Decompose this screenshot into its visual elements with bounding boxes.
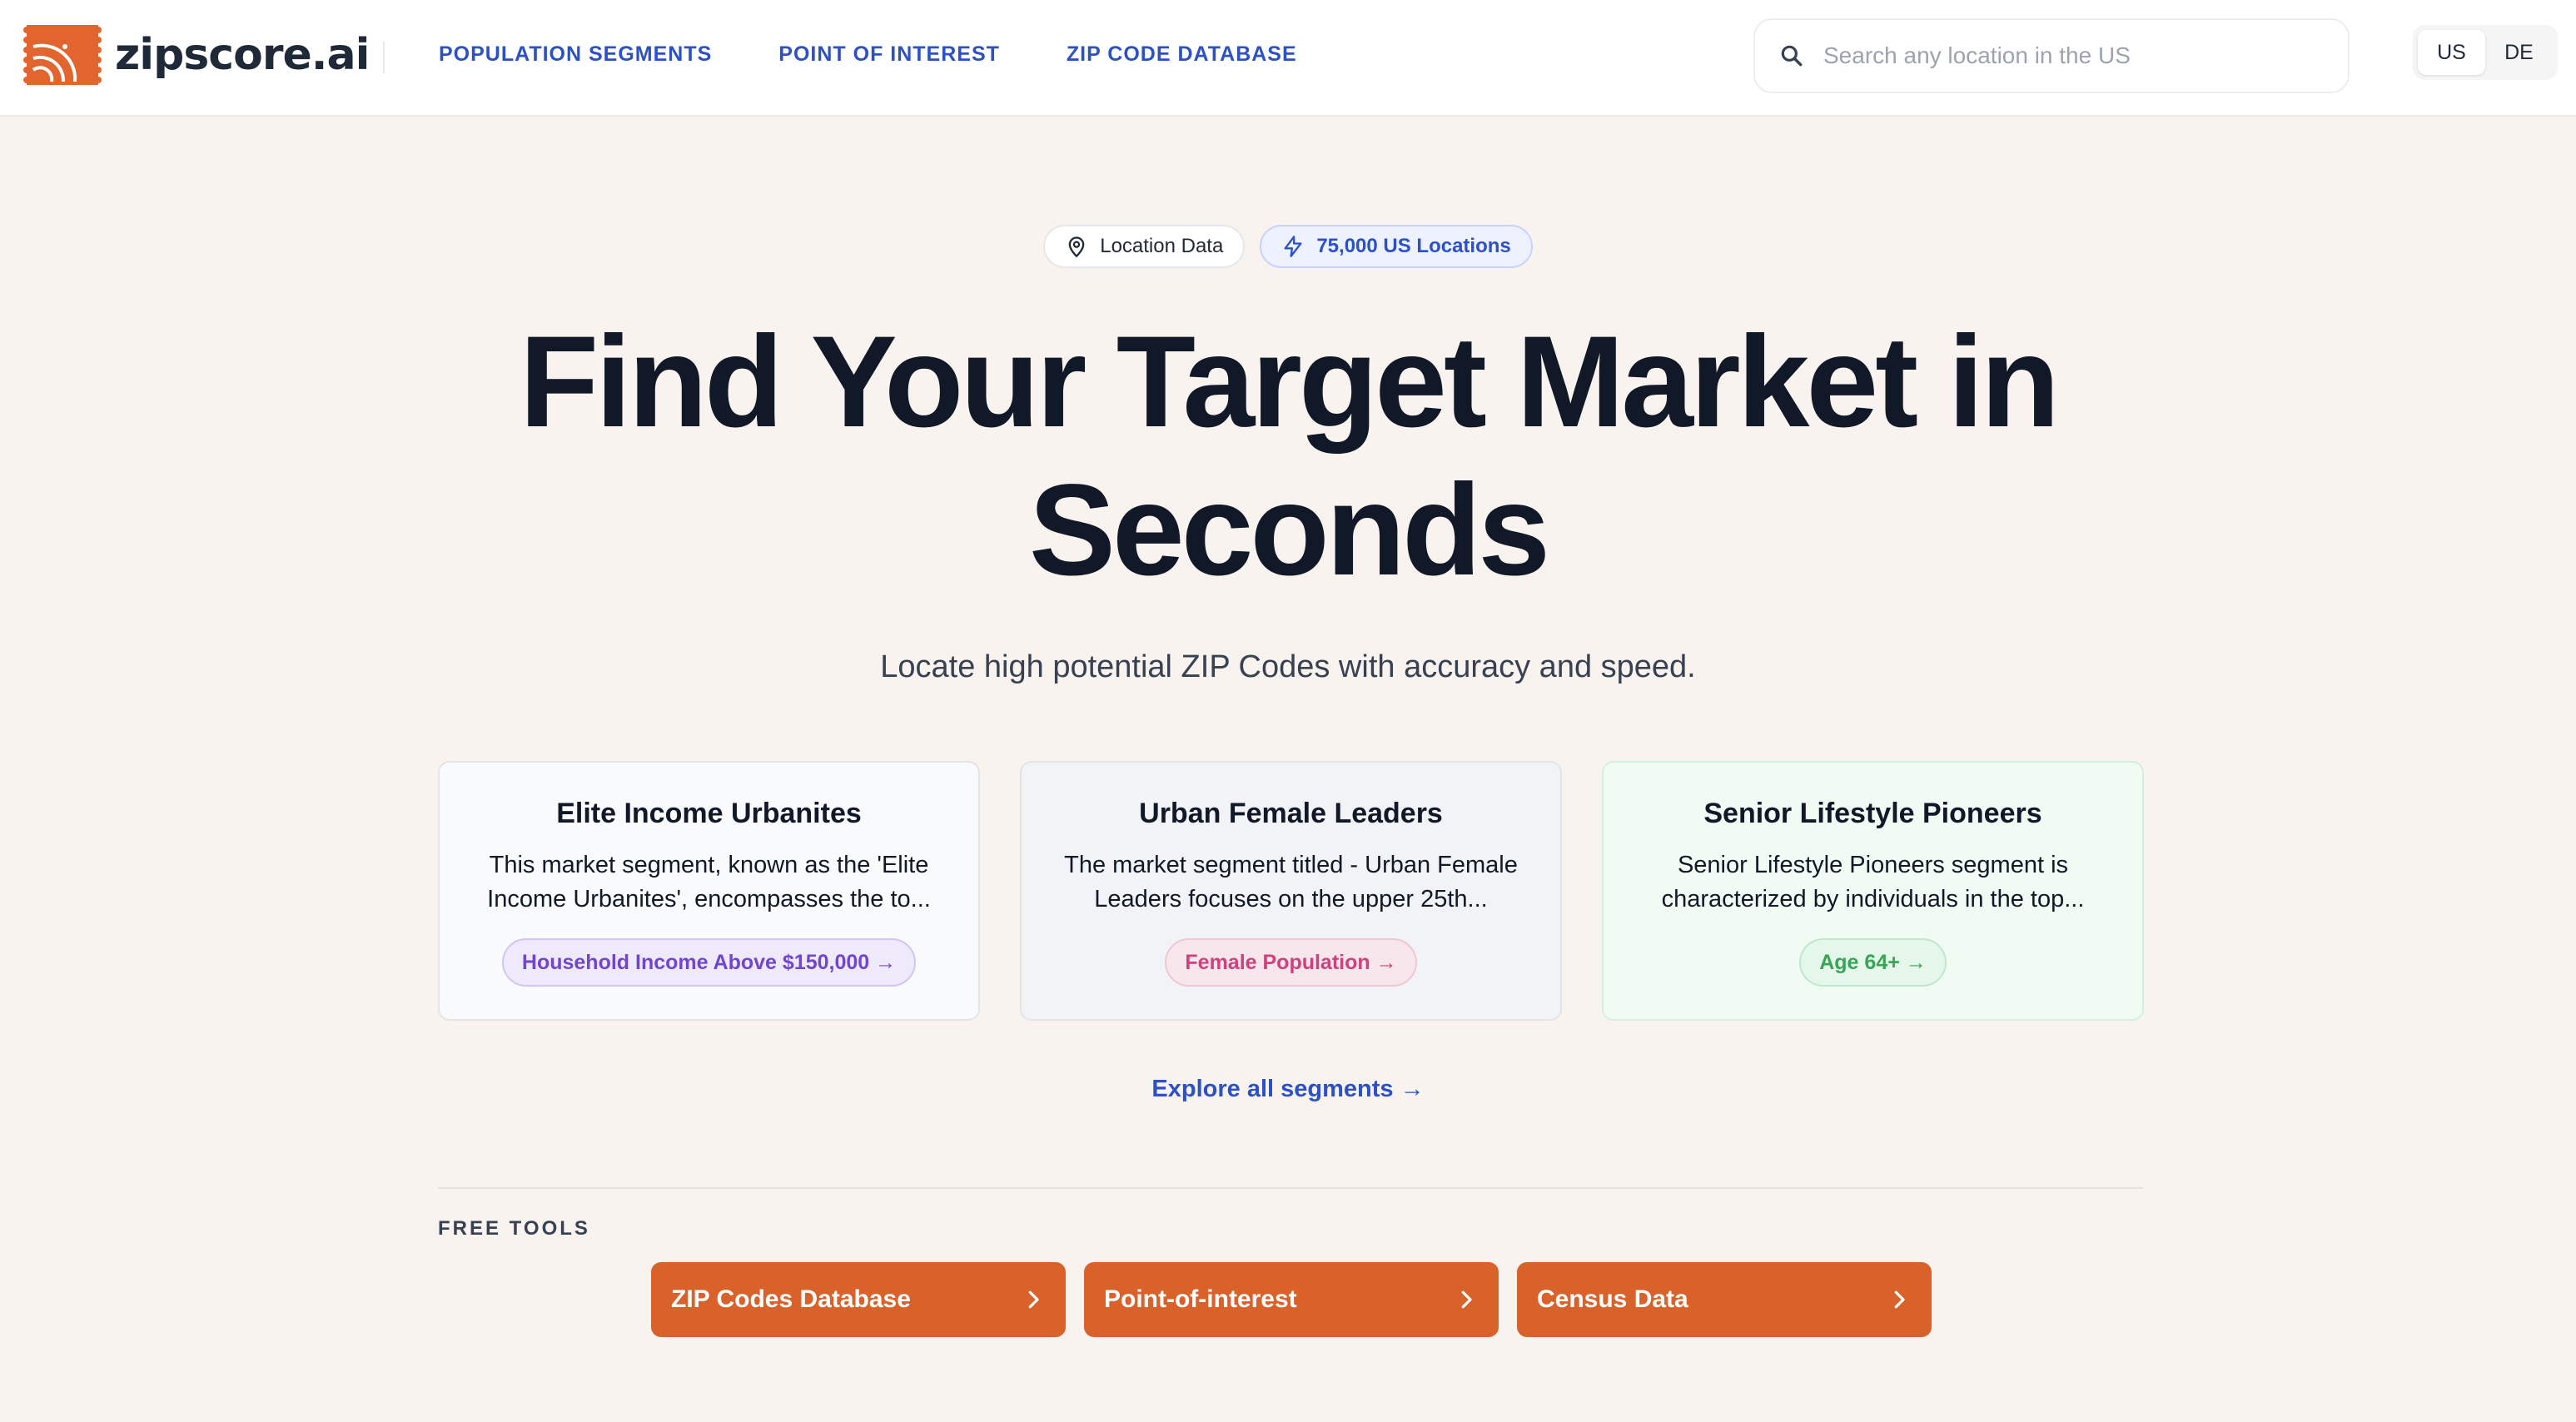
lightning-icon <box>1284 236 1302 257</box>
region-us-button[interactable]: US <box>2418 30 2485 75</box>
badge-label: 75,000 US Locations <box>1316 235 1511 257</box>
top-header: zipscore.ai POPULATION SEGMENTS POINT OF… <box>0 0 2576 117</box>
hero-title-line2: Seconds <box>1028 458 1550 603</box>
hero-title-line1: Find Your Target Market in <box>519 310 2060 455</box>
hero-title: Find Your Target Market in Seconds <box>0 308 2576 604</box>
main-nav: POPULATION SEGMENTS POINT OF INTEREST ZI… <box>439 40 1364 68</box>
region-de-button[interactable]: DE <box>2485 30 2553 75</box>
map-pin-icon <box>1068 236 1085 258</box>
tool-point-of-interest-button[interactable]: Point-of-interest <box>1084 1262 1499 1337</box>
segment-title: Elite Income Urbanites <box>556 798 862 829</box>
zipscore-logo-icon <box>23 25 102 85</box>
chevron-right-icon <box>1028 1290 1039 1309</box>
explore-all-segments-link[interactable]: Explore all segments → <box>1151 1076 1424 1102</box>
tool-label: Census Data <box>1537 1285 1688 1313</box>
segment-tag-female-population[interactable]: Female Population → <box>1165 938 1417 987</box>
segment-card-senior-lifestyle[interactable]: Senior Lifestyle Pioneers Senior Lifesty… <box>1602 761 2144 1021</box>
free-tools: ZIP Codes Database Point-of-interest Cen… <box>651 1262 1932 1337</box>
search-input[interactable] <box>1823 42 2323 69</box>
search-icon <box>1781 45 1803 67</box>
segment-tag-age[interactable]: Age 64+ → <box>1799 938 1947 987</box>
tool-label: ZIP Codes Database <box>671 1285 911 1313</box>
tool-label: Point-of-interest <box>1104 1285 1297 1313</box>
segment-cards: Elite Income Urbanites This market segme… <box>438 761 2144 1021</box>
hero-badges: Location Data 75,000 US Locations <box>0 225 2576 268</box>
segment-title: Urban Female Leaders <box>1139 798 1443 829</box>
segment-card-elite-income[interactable]: Elite Income Urbanites This market segme… <box>438 761 980 1021</box>
location-search[interactable] <box>1753 18 2350 93</box>
section-divider <box>438 1187 2143 1189</box>
header-divider <box>383 42 385 73</box>
segment-description: Senior Lifestyle Pioneers segment is cha… <box>1661 852 2085 912</box>
chevron-right-icon <box>1461 1290 1472 1309</box>
tool-zip-codes-database-button[interactable]: ZIP Codes Database <box>651 1262 1066 1337</box>
tool-census-data-button[interactable]: Census Data <box>1517 1262 1932 1337</box>
segment-title: Senior Lifestyle Pioneers <box>1703 798 2042 829</box>
brand-name: zipscore.ai <box>115 30 370 80</box>
locations-count-badge: 75,000 US Locations <box>1260 225 1533 268</box>
brand-logo[interactable]: zipscore.ai <box>23 22 370 88</box>
nav-point-of-interest[interactable]: POINT OF INTEREST <box>778 40 1000 68</box>
hero-subtitle: Locate high potential ZIP Codes with acc… <box>880 649 1696 684</box>
badge-label: Location Data <box>1100 235 1224 257</box>
segment-description: The market segment titled - Urban Female… <box>1064 852 1518 912</box>
nav-zip-code-database[interactable]: ZIP CODE DATABASE <box>1067 40 1297 68</box>
chevron-right-icon <box>1894 1290 1905 1309</box>
free-tools-label: FREE TOOLS <box>438 1217 590 1240</box>
segment-description: This market segment, known as the 'Elite… <box>487 852 931 912</box>
segment-tag-household-income[interactable]: Household Income Above $150,000 → <box>501 938 917 987</box>
location-data-badge: Location Data <box>1043 225 1246 268</box>
segment-card-urban-female[interactable]: Urban Female Leaders The market segment … <box>1020 761 1562 1021</box>
explore-segments: Explore all segments → <box>0 1076 2576 1103</box>
region-switcher: US DE <box>2413 25 2558 80</box>
nav-population-segments[interactable]: POPULATION SEGMENTS <box>439 40 712 68</box>
